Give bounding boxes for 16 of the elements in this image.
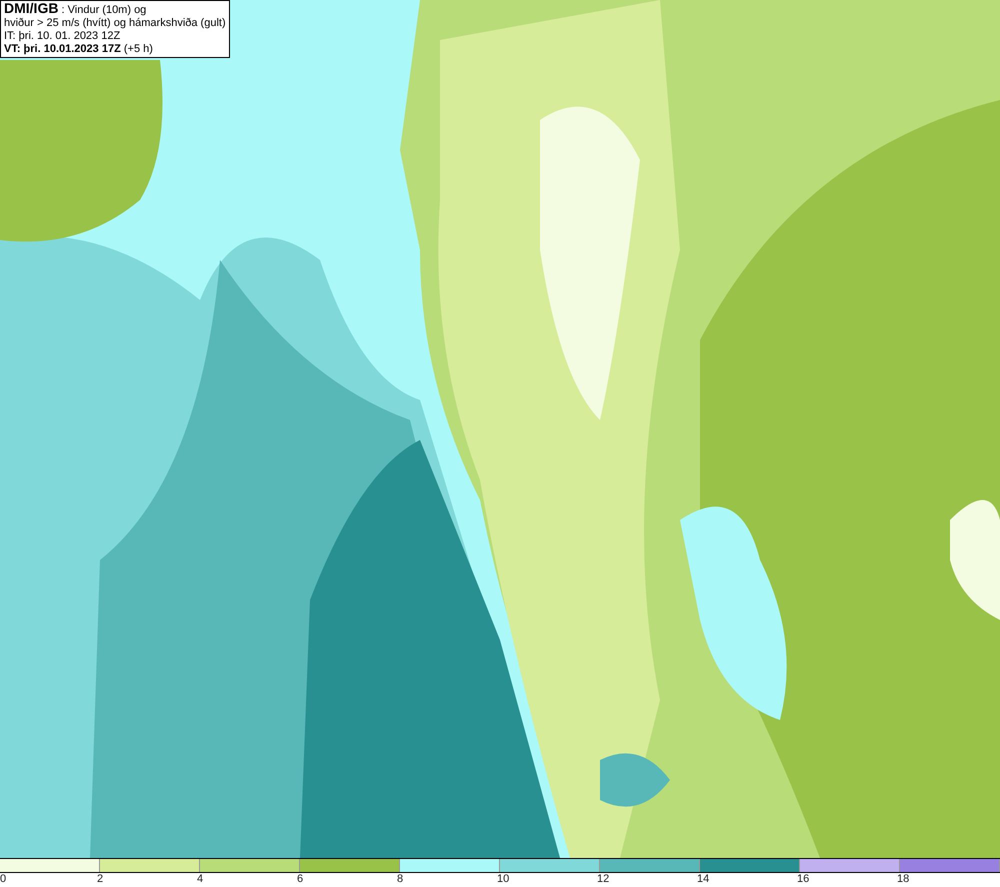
- source-label: DMI/IGB: [4, 0, 58, 16]
- legend-tick-label: 10: [497, 873, 510, 886]
- valid-time-label: VT: þri. 10.01.2023 17Z: [4, 43, 121, 55]
- legend-tick-label: 0: [0, 873, 6, 886]
- legend-tick-label: 14: [697, 873, 710, 886]
- legend-tick-label: 18: [897, 873, 910, 886]
- legend-tick-label: 12: [597, 873, 610, 886]
- lead-time-label: (+5 h): [124, 43, 153, 55]
- legend-tick-label: 16: [797, 873, 810, 886]
- legend-tick-label: 2: [97, 873, 104, 886]
- legend-tick-label: 6: [297, 873, 304, 886]
- legend-tick-label: 4: [197, 873, 204, 886]
- initial-time-label: IT: þri. 10. 01. 2023 12Z: [4, 30, 122, 43]
- map-subtitle: hviður > 25 m/s (hvítt) og hámarkshviða (gult): [4, 17, 226, 30]
- map-title: : Vindur (10m) og: [62, 4, 146, 16]
- legend-tick-label: 8: [397, 873, 404, 886]
